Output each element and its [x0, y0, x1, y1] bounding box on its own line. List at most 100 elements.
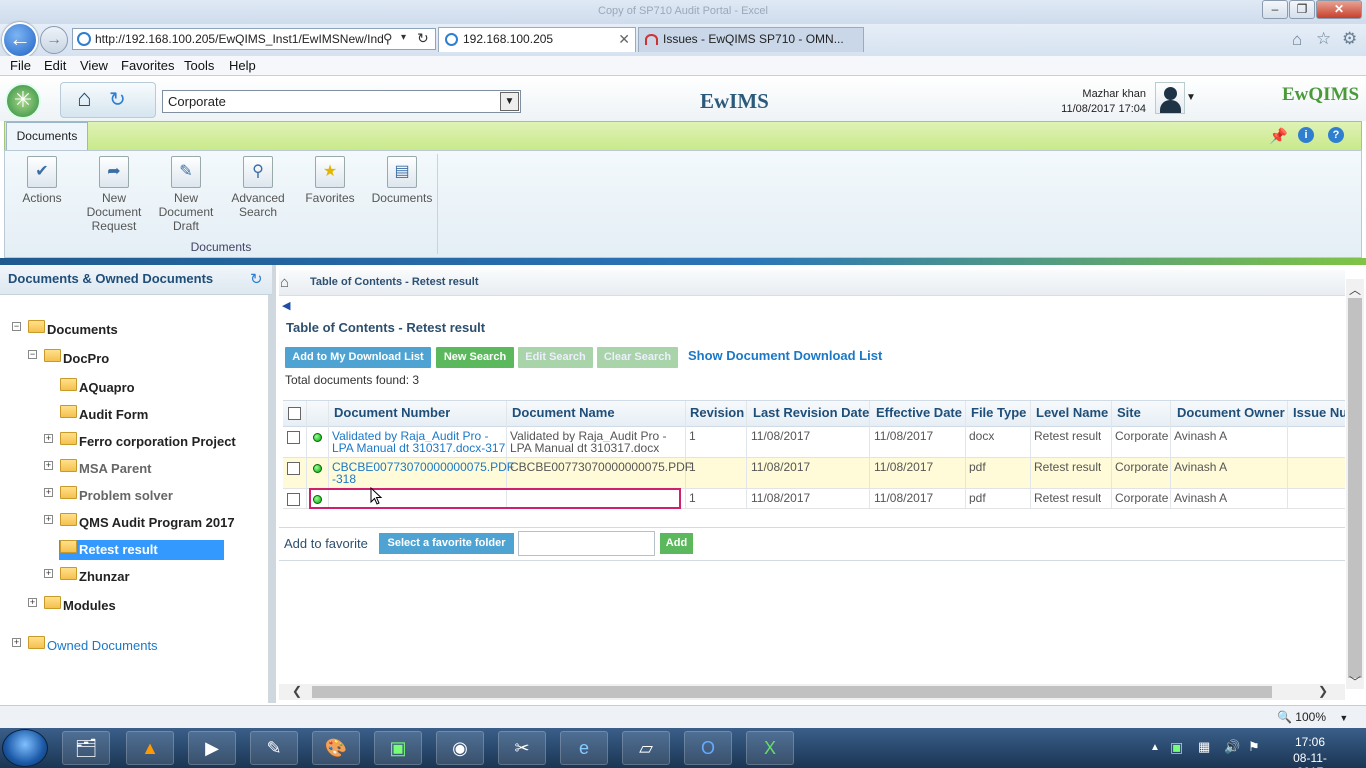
snipping-tool-icon[interactable]: ✂: [498, 731, 546, 765]
row-checkbox[interactable]: [287, 431, 300, 444]
clear-search-button[interactable]: Clear Search: [597, 347, 678, 368]
menu-help[interactable]: Help: [229, 58, 256, 73]
favorites-button[interactable]: ★ Favorites: [299, 156, 361, 205]
collapse-panel-arrow-icon[interactable]: ◀: [282, 299, 290, 312]
expand-icon[interactable]: +: [44, 515, 53, 524]
info-icon[interactable]: i: [1298, 127, 1314, 143]
forward-button[interactable]: →: [40, 26, 68, 54]
dropdown-arrow-icon[interactable]: ▾: [401, 32, 406, 43]
chevron-down-icon[interactable]: ▼: [500, 92, 519, 111]
greenshot-icon[interactable]: ▣: [374, 731, 422, 765]
tree-item-retest-result[interactable]: Retest result: [79, 542, 158, 557]
new-document-request-button[interactable]: ➦ New Document Request: [83, 156, 145, 233]
select-favorite-folder-button[interactable]: Select a favorite folder: [379, 533, 514, 554]
refresh-tree-icon[interactable]: ↻: [250, 270, 263, 288]
excel-icon[interactable]: X: [746, 731, 794, 765]
clock-date[interactable]: 08-11-2017: [1280, 751, 1340, 768]
scroll-down-icon[interactable]: ﹀: [1349, 673, 1361, 690]
paint-icon[interactable]: 🎨: [312, 731, 360, 765]
tree-item-qms-audit-program-2017[interactable]: QMS Audit Program 2017: [79, 515, 235, 530]
document-number-link[interactable]: -318: [332, 473, 356, 485]
clock-time[interactable]: 17:06: [1280, 735, 1340, 749]
browser-tab-active[interactable]: 192.168.100.205 ✕: [438, 27, 636, 52]
vertical-scroll-thumb[interactable]: [1348, 298, 1362, 678]
favorite-folder-input[interactable]: [518, 531, 655, 556]
menu-tools[interactable]: Tools: [184, 58, 214, 73]
add-to-download-list-button[interactable]: Add to My Download List: [285, 347, 431, 368]
collapse-icon[interactable]: −: [28, 350, 37, 359]
chrome-icon[interactable]: ◉: [436, 731, 484, 765]
avatar[interactable]: [1155, 82, 1185, 114]
tree-item-modules[interactable]: Modules: [63, 598, 116, 613]
menu-edit[interactable]: Edit: [44, 58, 66, 73]
expand-icon[interactable]: +: [44, 434, 53, 443]
scroll-right-icon[interactable]: ❯: [1318, 684, 1328, 698]
scroll-up-icon[interactable]: ︿: [1349, 281, 1361, 298]
home-icon[interactable]: ⌂: [1292, 30, 1302, 50]
tree-item-audit-form[interactable]: Audit Form: [79, 407, 148, 422]
horizontal-scroll-thumb[interactable]: [312, 686, 1272, 698]
tree-item-msa-parent[interactable]: MSA Parent: [79, 461, 151, 476]
column-header-effective-date[interactable]: Effective Date: [876, 400, 962, 427]
pin-icon[interactable]: 📌: [1269, 127, 1288, 145]
vlc-icon[interactable]: ▲: [126, 731, 174, 765]
document-number-link[interactable]: CBCBE00773070000000075.PDF: [332, 461, 514, 473]
settings-gear-icon[interactable]: ⚙: [1342, 29, 1357, 49]
notes-icon[interactable]: ▱: [622, 731, 670, 765]
action-center-flag-icon[interactable]: ⚑: [1248, 739, 1260, 755]
minimize-button[interactable]: –: [1262, 0, 1288, 19]
expand-icon[interactable]: +: [28, 598, 37, 607]
favorites-star-icon[interactable]: ☆: [1316, 29, 1331, 49]
internet-explorer-icon[interactable]: e: [560, 731, 608, 765]
close-tab-icon[interactable]: ✕: [618, 28, 630, 51]
row-checkbox[interactable]: [287, 493, 300, 506]
add-favorite-button[interactable]: Add: [660, 533, 693, 554]
zoom-level[interactable]: 🔍 100% ▼: [1277, 710, 1348, 724]
column-header-site[interactable]: Site: [1117, 400, 1141, 427]
new-search-button[interactable]: New Search: [436, 347, 514, 368]
outlook-icon[interactable]: O: [684, 731, 732, 765]
tree-item-zhunzar[interactable]: Zhunzar: [79, 569, 130, 584]
tab-documents[interactable]: Documents: [6, 122, 88, 151]
home-icon[interactable]: ⌂: [77, 85, 92, 113]
panel-splitter[interactable]: [272, 265, 276, 703]
address-bar[interactable]: http://192.168.100.205/EwQIMS_Inst1/EwIM…: [72, 28, 436, 50]
document-number-link[interactable]: LPA Manual dt 310317.docx-317: [332, 442, 505, 454]
tree-item-docpro[interactable]: DocPro: [63, 351, 109, 366]
column-header-document-owner[interactable]: Document Owner: [1177, 400, 1285, 427]
start-button[interactable]: [2, 729, 48, 767]
notepad-icon[interactable]: ✎: [250, 731, 298, 765]
expand-icon[interactable]: +: [12, 638, 21, 647]
volume-icon[interactable]: 🔊: [1224, 739, 1240, 755]
collapse-icon[interactable]: −: [12, 322, 21, 331]
file-explorer-icon[interactable]: 🗂: [62, 731, 110, 765]
tree-item-owned-documents[interactable]: Owned Documents: [47, 638, 158, 653]
actions-button[interactable]: ✔ Actions: [11, 156, 73, 205]
show-download-list-link[interactable]: Show Document Download List: [688, 348, 882, 363]
menu-view[interactable]: View: [80, 58, 108, 73]
menu-favorites[interactable]: Favorites: [121, 58, 174, 73]
menu-file[interactable]: File: [10, 58, 31, 73]
select-all-checkbox[interactable]: [288, 407, 301, 420]
edit-search-button[interactable]: Edit Search: [518, 347, 593, 368]
browser-tab[interactable]: Issues - EwQIMS SP710 - OMN...: [638, 27, 864, 52]
refresh-icon[interactable]: ↻: [417, 30, 429, 47]
search-icon[interactable]: ⚲: [383, 31, 393, 47]
column-header-revision[interactable]: Revision: [690, 400, 744, 427]
refresh-icon[interactable]: ↻: [109, 87, 126, 112]
network-icon[interactable]: ▦: [1198, 739, 1210, 755]
tree-item-ferro-corporation-project[interactable]: Ferro corporation Project: [79, 434, 236, 449]
tree-item-problem-solver[interactable]: Problem solver: [79, 488, 173, 503]
column-header-document-name[interactable]: Document Name: [512, 400, 615, 427]
column-header-last-revision-date[interactable]: Last Revision Date: [753, 400, 869, 427]
column-header-issue-number[interactable]: Issue Nu: [1293, 400, 1345, 427]
site-select[interactable]: Corporate ▼: [162, 90, 521, 113]
breadcrumb-home-icon[interactable]: ⌂: [280, 274, 289, 291]
column-header-file-type[interactable]: File Type: [971, 400, 1026, 427]
column-header-document-number[interactable]: Document Number: [334, 400, 450, 427]
show-hidden-icons-icon[interactable]: ▲: [1150, 742, 1160, 753]
app-logo-icon[interactable]: ✳: [5, 83, 41, 119]
back-button[interactable]: ←: [2, 22, 38, 58]
user-menu-arrow-icon[interactable]: ▼: [1186, 92, 1196, 103]
maximize-button[interactable]: ❐: [1289, 0, 1315, 19]
